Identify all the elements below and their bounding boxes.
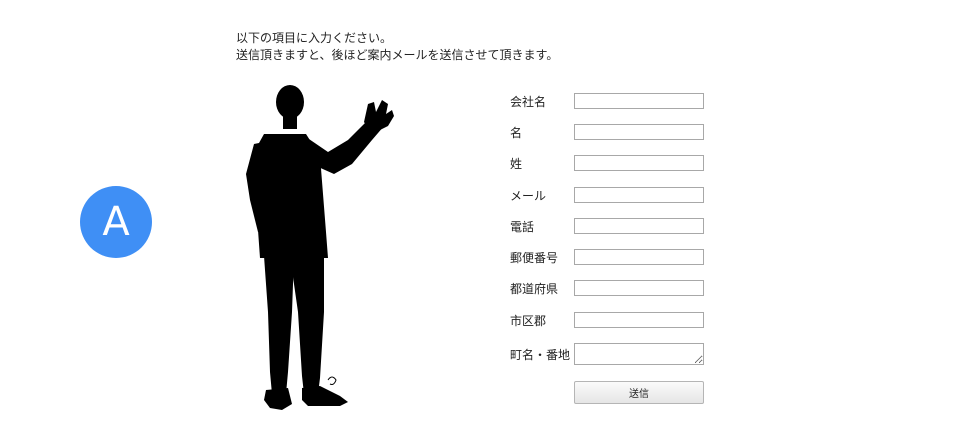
street-address-textarea[interactable] (574, 343, 704, 365)
phone-label: 電話 (510, 220, 535, 234)
phone-field[interactable] (574, 218, 704, 234)
presenter-silhouette-image (246, 85, 394, 410)
submit-button[interactable]: 送信 (574, 381, 704, 404)
first-name-label: 名 (510, 126, 523, 140)
intro-line-1: 以下の項目に入力ください。 (236, 31, 393, 45)
last-name-field[interactable] (574, 155, 704, 171)
badge-letter: A (102, 199, 130, 245)
postal-code-field[interactable] (574, 249, 704, 265)
intro-text: 以下の項目に入力ください。 送信頂きますと、後ほど案内メールを送信させて頂きます… (236, 30, 558, 64)
last-name-label: 姓 (510, 157, 523, 171)
prefecture-field[interactable] (574, 280, 704, 296)
city-field[interactable] (574, 312, 704, 328)
street-address-label: 町名・番地 (510, 348, 571, 362)
city-label: 市区郡 (510, 314, 547, 328)
option-badge: A (80, 186, 152, 258)
first-name-field[interactable] (574, 124, 704, 140)
prefecture-label: 都道府県 (510, 282, 559, 296)
email-label: メール (510, 189, 547, 203)
company-field[interactable] (574, 93, 704, 109)
company-label: 会社名 (510, 95, 547, 109)
email-field[interactable] (574, 187, 704, 203)
postal-code-label: 郵便番号 (510, 251, 559, 265)
intro-line-2: 送信頂きますと、後ほど案内メールを送信させて頂きます。 (236, 48, 559, 62)
